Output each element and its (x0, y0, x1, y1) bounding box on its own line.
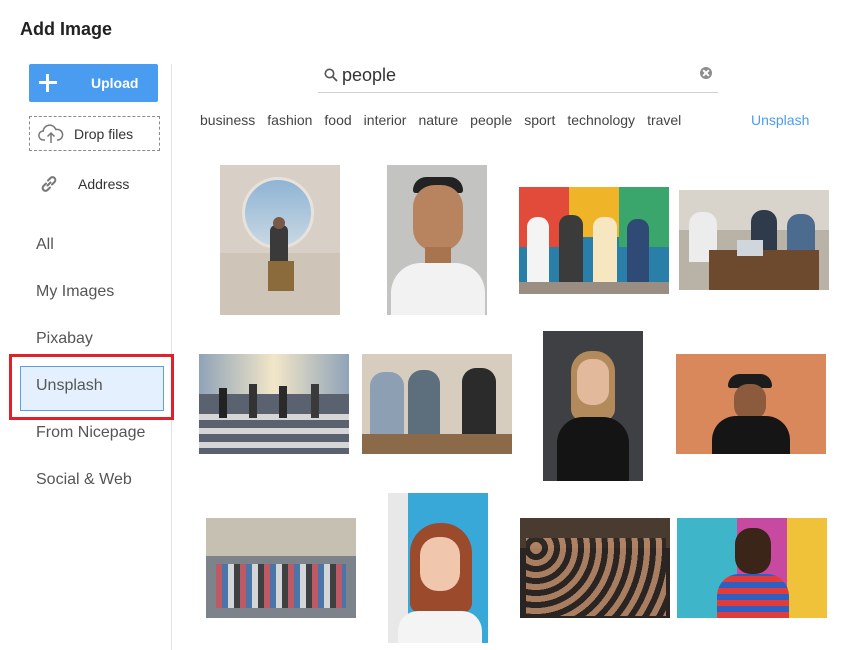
dialog-title: Add Image (20, 19, 113, 39)
image-thumb-concert-crowd[interactable] (520, 518, 670, 618)
upload-button[interactable]: Upload (29, 64, 158, 102)
nav-item-social-web[interactable]: Social & Web (0, 460, 171, 507)
search-icon (324, 68, 338, 82)
tag-nature[interactable]: nature (418, 112, 458, 128)
nav-label: Social & Web (36, 471, 132, 488)
plus-icon (39, 74, 57, 92)
image-thumb-team-cafe-laptops[interactable] (679, 190, 829, 290)
search-input[interactable] (342, 64, 682, 86)
sidebar-divider (171, 64, 172, 650)
nav-label: From Nicepage (36, 424, 146, 441)
nav-item-from-nicepage[interactable]: From Nicepage (0, 413, 171, 460)
tag-business[interactable]: business (200, 112, 255, 128)
image-thumb-crosswalk-crowd[interactable] (199, 354, 349, 454)
image-thumb-group-laughing-table[interactable] (362, 354, 512, 454)
link-icon (41, 176, 57, 192)
upload-label: Upload (91, 75, 139, 91)
tag-technology[interactable]: technology (567, 112, 635, 128)
image-thumb-busy-city-street[interactable] (206, 518, 356, 618)
nav-label: All (36, 236, 54, 253)
source-nav: All My Images Pixabay Unsplash From Nice… (0, 225, 171, 507)
cloud-upload-icon (38, 123, 64, 143)
image-thumb-redhead-woman-blue[interactable] (388, 493, 488, 643)
image-thumb-woman-dark-portrait[interactable] (543, 331, 643, 481)
address-button[interactable]: Address (38, 172, 129, 196)
unsplash-link[interactable]: Unsplash (751, 112, 809, 128)
drop-files-zone[interactable]: Drop files (29, 116, 160, 151)
image-thumb-smiling-man-portrait[interactable] (387, 165, 487, 315)
nav-label: My Images (36, 283, 115, 300)
search-bar (318, 58, 718, 93)
image-thumb-man-hat-orange-wall[interactable] (676, 354, 826, 454)
nav-item-pixabay[interactable]: Pixabay (0, 319, 171, 366)
tag-fashion[interactable]: fashion (267, 112, 312, 128)
clear-search-icon[interactable] (700, 67, 712, 79)
nav-label: Unsplash (36, 377, 103, 394)
image-thumb-man-graffiti-wall[interactable] (677, 518, 827, 618)
address-label: Address (78, 176, 130, 192)
tag-interior[interactable]: interior (364, 112, 407, 128)
tag-people[interactable]: people (470, 112, 512, 128)
image-thumb-woman-circle-window[interactable] (220, 165, 340, 315)
nav-item-my-images[interactable]: My Images (0, 272, 171, 319)
drop-files-label: Drop files (74, 125, 134, 142)
nav-item-unsplash[interactable]: Unsplash (0, 366, 171, 413)
tag-list: business fashion food interior nature pe… (200, 112, 693, 128)
image-thumb-friends-mural-street[interactable] (519, 187, 669, 294)
tag-travel[interactable]: travel (647, 112, 681, 128)
nav-item-all[interactable]: All (0, 225, 171, 272)
nav-label: Pixabay (36, 330, 93, 347)
tag-food[interactable]: food (324, 112, 351, 128)
tag-sport[interactable]: sport (524, 112, 555, 128)
